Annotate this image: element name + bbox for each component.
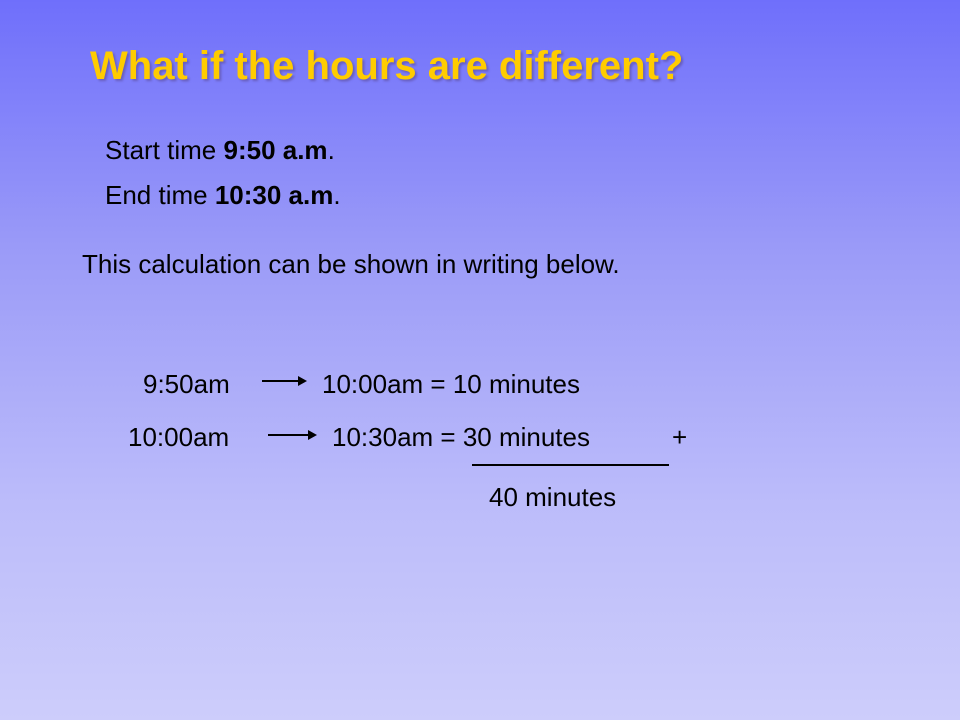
row2-from: 10:00am [128,422,230,452]
start-time-period: . [327,135,335,165]
start-time-label: Start time [105,135,224,165]
plus-sign: + [672,422,688,452]
row1-from: 9:50am [143,369,230,399]
calculation-note: This calculation can be shown in writing… [82,249,620,279]
end-time-line: End time 10:30 a.m. [105,180,341,211]
slide: What if the hours are different? Start t… [0,0,960,720]
row1-result: 10:00am = 10 minutes [322,369,580,399]
start-time-value: 9:50 a.m [223,135,328,165]
row2-arrow-icon [268,430,317,440]
total-result: 40 minutes [489,482,617,512]
sum-underline [472,464,669,466]
row2-result: 10:30am = 30 minutes [332,422,590,452]
end-time-period: . [333,180,341,210]
slide-title: What if the hours are different? [90,44,684,88]
end-time-value: 10:30 a.m [214,180,334,210]
end-time-label: End time [105,180,215,210]
row1-arrow-icon [262,376,307,386]
start-time-line: Start time 9:50 a.m. [105,135,335,166]
